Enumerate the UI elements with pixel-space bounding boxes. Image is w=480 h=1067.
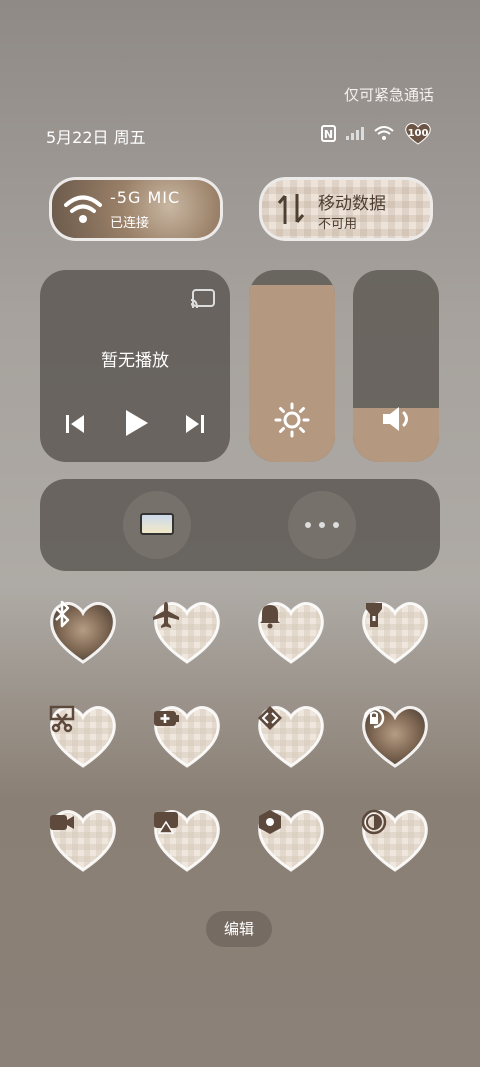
nfc-icon: N xyxy=(321,124,336,142)
toggle-airplane[interactable] xyxy=(152,600,222,666)
contrast-icon xyxy=(361,809,387,835)
shortcut-card xyxy=(40,479,440,571)
toggle-battery-saver[interactable] xyxy=(152,704,222,770)
screen-button[interactable] xyxy=(123,491,191,559)
rotation-lock-icon xyxy=(363,707,385,729)
brightness-slider[interactable] xyxy=(249,270,335,462)
speaker-icon xyxy=(383,407,408,431)
screen-icon xyxy=(140,513,174,535)
wifi-name: -5G MIC xyxy=(110,188,181,207)
video-camera-icon xyxy=(50,815,74,830)
flashlight-icon xyxy=(366,603,382,627)
toggle-flashlight[interactable] xyxy=(360,600,430,666)
toggle-share[interactable] xyxy=(256,704,326,770)
airplane-icon xyxy=(153,602,179,628)
battery-heart-icon: 100 xyxy=(404,122,432,145)
emergency-call-text: 仅可紧急通话 xyxy=(343,86,434,104)
data-arrows-icon xyxy=(277,194,305,224)
date-text: 5月22日 周五 xyxy=(46,128,146,147)
scissors-icon xyxy=(49,705,75,733)
wifi-status: 已连接 xyxy=(110,216,150,231)
edit-button[interactable]: 编辑 xyxy=(206,911,272,947)
skip-previous-icon[interactable] xyxy=(64,412,86,436)
more-button[interactable] xyxy=(288,491,356,559)
bluetooth-icon xyxy=(55,600,70,628)
play-icon[interactable] xyxy=(124,408,150,438)
toggle-screen-cast[interactable] xyxy=(152,808,222,874)
bell-icon xyxy=(260,605,280,629)
media-card: 暂无播放 xyxy=(40,270,230,462)
wifi-tile[interactable]: -5G MIC 已连接 xyxy=(52,180,220,238)
volume-slider[interactable] xyxy=(353,270,439,462)
wifi-icon xyxy=(64,195,102,223)
toggle-bluetooth[interactable] xyxy=(48,600,118,666)
sun-icon xyxy=(274,402,310,438)
skip-next-icon[interactable] xyxy=(184,412,206,436)
more-icon xyxy=(305,522,339,528)
hexagon-settings-icon xyxy=(259,810,281,834)
mobile-data-name: 移动数据 xyxy=(318,194,386,214)
toggle-ring[interactable] xyxy=(256,600,326,666)
toggle-eye-comfort[interactable] xyxy=(360,808,430,874)
wifi-status-icon xyxy=(374,126,394,140)
cast-icon[interactable] xyxy=(190,288,216,310)
media-title: 暂无播放 xyxy=(101,351,169,371)
signal-icon xyxy=(346,126,364,140)
toggle-screen-record[interactable] xyxy=(48,808,118,874)
toggle-settings[interactable] xyxy=(256,808,326,874)
mobile-data-status: 不可用 xyxy=(318,217,358,232)
battery-plus-icon xyxy=(154,711,179,726)
status-icons: N 100 xyxy=(321,122,432,145)
airplay-icon xyxy=(154,812,178,834)
toggle-rotation-lock[interactable] xyxy=(360,704,430,770)
toggle-screenshot[interactable] xyxy=(48,704,118,770)
mobile-data-tile[interactable]: 移动数据 不可用 xyxy=(262,180,430,238)
battery-level-text: 100 xyxy=(407,127,429,139)
share-arrows-icon xyxy=(258,706,282,730)
